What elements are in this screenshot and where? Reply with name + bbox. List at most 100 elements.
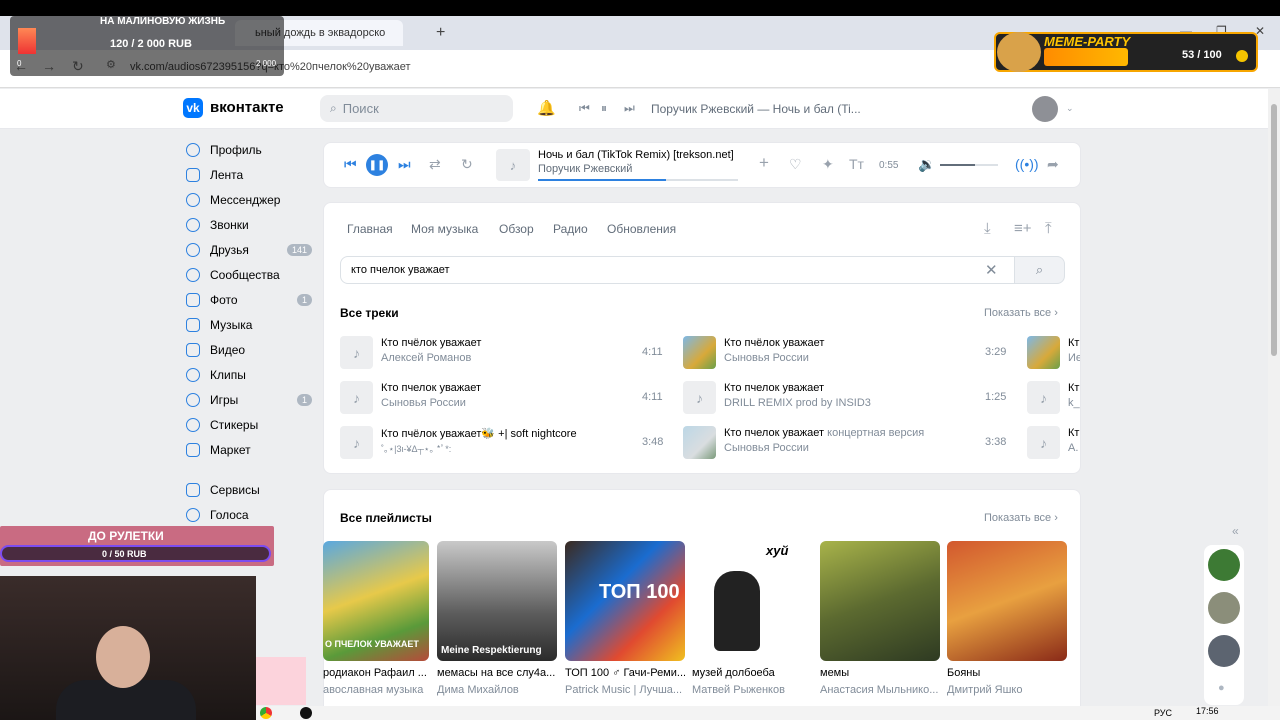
chat-avatar[interactable] [1208, 635, 1240, 667]
track-title[interactable]: Кт [1068, 382, 1080, 394]
sidebar-item-votes[interactable]: Голоса [186, 505, 316, 525]
track-row[interactable]: ♪ [683, 381, 716, 414]
chat-avatar[interactable] [1208, 549, 1240, 581]
playlist-cover[interactable]: Meine Respektierung [437, 541, 557, 661]
tab-browse[interactable]: Обзор [499, 222, 534, 236]
sidebar-item-profile[interactable]: Профиль [186, 140, 316, 160]
track-title[interactable]: Кто пчёлок уважает [724, 337, 984, 349]
download-icon[interactable]: ⤓ [984, 220, 991, 237]
music-search-input[interactable]: кто пчелок уважает [340, 256, 1015, 284]
playlist-cover[interactable]: ТОП 100 [565, 541, 685, 661]
playlist-title[interactable]: музей долбоеба [692, 667, 812, 679]
sidebar-item-clips[interactable]: Клипы [186, 365, 316, 385]
track-title[interactable]: Кто пчелок уважает [381, 382, 631, 394]
player-track-artist[interactable]: Поручик Ржевский [538, 163, 632, 175]
show-all-tracks-link[interactable]: Показать все › [984, 307, 1058, 319]
playlist-author[interactable]: Дмитрий Яшко [947, 684, 1067, 696]
sidebar-item-feed[interactable]: Лента [186, 165, 316, 185]
track-title[interactable]: Кто пчёлок уважает [381, 337, 631, 349]
playlist-title[interactable]: мемасы на все слу4а... [437, 667, 557, 679]
user-avatar[interactable] [1032, 96, 1058, 122]
sidebar-item-games[interactable]: Игры 1 [186, 390, 316, 410]
track-row[interactable]: ♪ [1027, 381, 1060, 414]
track-artist[interactable]: Сыновья России [724, 442, 984, 454]
vk-site-name[interactable]: вконтакте [210, 99, 284, 116]
next-track-icon[interactable]: ⏭ [398, 156, 411, 173]
add-playlist-icon[interactable]: ≡+ [1014, 220, 1032, 237]
language-indicator[interactable]: РУС [1154, 708, 1172, 718]
scrollbar-thumb[interactable] [1271, 104, 1277, 356]
playlist-author[interactable]: авославная музыка [323, 684, 429, 696]
sidebar-item-communities[interactable]: Сообщества [186, 265, 316, 285]
chat-avatar[interactable] [1208, 592, 1240, 624]
prev-track-icon[interactable]: ⏮ [344, 156, 357, 173]
tab-main[interactable]: Главная [347, 222, 393, 236]
track-artist[interactable]: k_i [1068, 397, 1080, 409]
sidebar-item-video[interactable]: Видео [186, 340, 316, 360]
track-artist[interactable]: А. [1068, 442, 1080, 454]
dislike-icon[interactable]: ♡ [789, 156, 802, 173]
chat-bubble-icon[interactable]: ● [1218, 682, 1225, 694]
sidebar-item-calls[interactable]: Звонки [186, 215, 316, 235]
track-row[interactable]: ♪ [1027, 426, 1060, 459]
tab-radio[interactable]: Радио [553, 222, 588, 236]
lyrics-icon[interactable]: Tт [849, 156, 864, 172]
header-pause-icon[interactable]: ⏸ [601, 101, 607, 116]
playlist-title[interactable]: родиакон Рафаил ... [323, 667, 429, 679]
vk-logo-icon[interactable]: vk [183, 98, 203, 118]
upload-icon[interactable]: ⤒ [1045, 220, 1052, 237]
playlist-author[interactable]: Patrick Music | Лучша... [565, 684, 685, 696]
shuffle-icon[interactable]: ⇄ [429, 156, 441, 173]
track-artist[interactable]: Ие [1068, 352, 1080, 364]
add-track-icon[interactable]: + [759, 153, 769, 173]
track-artist[interactable]: Алексей Романов [381, 352, 631, 364]
sidebar-item-stickers[interactable]: Стикеры [186, 415, 316, 435]
track-title[interactable]: Кто пчёлок уважает🐝 +| soft nightcore [381, 427, 631, 440]
search-button[interactable]: ⌕ [1014, 256, 1065, 284]
show-all-playlists-link[interactable]: Показать все › [984, 512, 1058, 524]
taskbar-clock[interactable]: 17:56 [1196, 706, 1219, 716]
playlist-cover[interactable]: хуй [692, 541, 812, 661]
volume-icon[interactable]: 🔉 [918, 156, 935, 173]
header-prev-icon[interactable]: ⏮ [579, 101, 590, 116]
pause-icon[interactable]: ❚❚ [366, 154, 388, 176]
collapse-icon[interactable]: « [1232, 524, 1239, 538]
chevron-down-icon[interactable]: ⌄ [1066, 103, 1074, 114]
playlist-title[interactable]: Бояны [947, 667, 1067, 679]
sidebar-item-messenger[interactable]: Мессенджер [186, 190, 316, 210]
playlist-cover[interactable] [820, 541, 940, 661]
sidebar-item-friends[interactable]: Друзья 141 [186, 240, 316, 260]
new-tab-button[interactable]: + [436, 24, 445, 42]
share-icon[interactable]: ➦ [1047, 156, 1059, 173]
track-title[interactable]: Кто пчелок уважает концертная версия [724, 427, 984, 439]
repeat-icon[interactable]: ↻ [461, 156, 473, 173]
broadcast-icon[interactable]: ((•)) [1015, 156, 1039, 172]
sidebar-item-market[interactable]: Маркет [186, 440, 316, 460]
tab-updates[interactable]: Обновления [607, 222, 676, 236]
track-title[interactable]: Кт [1068, 427, 1080, 439]
playlist-cover[interactable] [947, 541, 1067, 661]
track-row[interactable]: ♪ [340, 381, 373, 414]
track-artist[interactable]: ˚｡⋆|3ι-¥Δ┬⋆｡ *ﾟ*: [381, 442, 631, 455]
header-now-playing[interactable]: Поручик Ржевский — Ночь и бал (Ti... [651, 102, 861, 116]
track-artist[interactable]: Сыновья России [724, 352, 984, 364]
sidebar-item-photos[interactable]: Фото 1 [186, 290, 316, 310]
track-row[interactable] [1027, 336, 1060, 369]
track-title[interactable]: Кто пчелок уважает [724, 382, 984, 394]
playlist-author[interactable]: Дима Михайлов [437, 684, 557, 696]
playlist-cover[interactable]: О ПЧЕЛОК УВАЖАЕТ [323, 541, 429, 661]
playlist-author[interactable]: Анастасия Мыльнико... [820, 684, 940, 696]
track-row[interactable] [683, 336, 716, 369]
track-row[interactable]: ♪ [340, 426, 373, 459]
player-track-title[interactable]: Ночь и бал (TikTok Remix) [trekson.net] [538, 149, 734, 161]
bell-icon[interactable]: 🔔 [537, 99, 556, 117]
track-artist[interactable]: Сыновья России [381, 397, 631, 409]
clear-search-icon[interactable]: ✕ [985, 261, 998, 279]
sidebar-item-services[interactable]: Сервисы [186, 480, 316, 500]
tab-my-music[interactable]: Моя музыка [411, 222, 478, 236]
app-icon[interactable] [300, 707, 312, 719]
track-row[interactable] [683, 426, 716, 459]
recommend-icon[interactable]: ✦ [822, 156, 834, 173]
search-input[interactable]: ⌕ Поиск [320, 95, 513, 122]
header-next-icon[interactable]: ⏭ [624, 101, 635, 116]
